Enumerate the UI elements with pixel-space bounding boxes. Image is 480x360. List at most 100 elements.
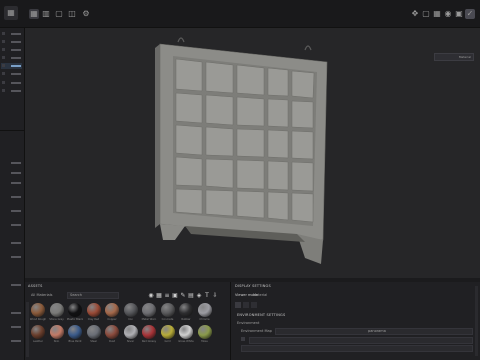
material-filter-dropdown[interactable]: All Materials [31, 293, 53, 297]
material-thumbnail[interactable] [179, 303, 193, 317]
tab-material[interactable]: Material [253, 293, 267, 297]
3d-viewport[interactable]: Material [25, 28, 480, 300]
material-name: Plastic Black [66, 318, 84, 321]
material-thumbnail[interactable] [31, 303, 45, 317]
material-search-input[interactable]: Search [67, 292, 119, 299]
material-name: Stone Grey [49, 318, 64, 321]
material-thumbnail[interactable] [68, 325, 82, 339]
list-icon[interactable]: ≡ [164, 293, 170, 299]
material-name: Chrome [199, 318, 210, 321]
material-name: Copper [107, 318, 117, 321]
property-row[interactable] [1, 208, 22, 214]
import-icon[interactable]: ⇩ [212, 293, 218, 299]
env-checkbox[interactable] [241, 337, 245, 341]
checkmark-icon[interactable]: ✓ [465, 9, 475, 19]
property-row[interactable] [1, 254, 22, 260]
property-row[interactable] [1, 160, 22, 166]
material-name: Blue Paint [68, 340, 82, 343]
material-thumbnail[interactable] [105, 303, 119, 317]
screenshot-icon[interactable]: ▣ [454, 9, 464, 19]
material-name: Red Glossy [141, 340, 157, 343]
property-row[interactable] [1, 282, 22, 288]
tag-icon[interactable]: ◈ [196, 293, 202, 299]
environment-section-title: ENVIRONMENT SETTINGS [237, 313, 286, 317]
env-rotation-field[interactable] [241, 345, 473, 352]
material-thumbnail[interactable] [105, 325, 119, 339]
concrete-panel-model[interactable] [25, 28, 480, 278]
environment-label: Environment [237, 321, 260, 325]
layer-row-selected[interactable] [1, 63, 22, 69]
material-name: Rubber [181, 318, 191, 321]
layer-row[interactable] [1, 39, 22, 45]
top-toolbar: ▦ ▦ ▥ ▢ ◫ ⚙ ✥ ▢ ▦ ◉ ▣ ✓ [0, 0, 480, 28]
layout-grid-icon[interactable]: ▦ [29, 9, 39, 19]
material-name: Iron [127, 318, 133, 321]
env-option-field[interactable] [249, 337, 473, 344]
settings-scrollbar[interactable] [475, 286, 478, 356]
app-logo: ▦ [4, 6, 18, 20]
layers-panel [0, 28, 25, 360]
display-icon[interactable] [235, 302, 241, 308]
text-icon[interactable]: T [204, 293, 210, 299]
layout-icon[interactable]: ▥ [41, 9, 51, 19]
material-name: Leather [33, 340, 43, 343]
materials-scrollbar[interactable] [26, 302, 29, 357]
material-thumbnail[interactable] [68, 303, 82, 317]
env-map-field[interactable]: panorama [275, 328, 473, 335]
move-icon[interactable]: ✥ [410, 9, 420, 19]
material-thumbnail[interactable] [86, 325, 101, 339]
material-name: Concrete [161, 318, 174, 321]
material-thumbnail[interactable] [86, 303, 101, 317]
env-map-label: Environment Map [241, 329, 272, 333]
property-row[interactable] [1, 222, 22, 228]
material-thumbnail[interactable] [179, 325, 193, 339]
layers-icon[interactable]: ◫ [67, 9, 77, 19]
material-name: Skin [53, 340, 60, 343]
cube-icon[interactable]: ▣ [172, 293, 178, 299]
light-icon[interactable] [251, 302, 257, 308]
property-row[interactable] [1, 194, 22, 200]
material-thumbnail[interactable] [197, 325, 212, 339]
material-thumbnail[interactable] [31, 325, 45, 339]
material-name: Clay Red [87, 318, 100, 321]
material-name: Silver [126, 340, 135, 343]
property-row[interactable] [1, 180, 22, 186]
layer-row[interactable] [1, 55, 22, 61]
display-settings-panel: DISPLAY SETTINGS Viewer mode Material EN… [231, 282, 480, 360]
material-thumbnail[interactable] [160, 303, 175, 317]
material-name: Gold [164, 340, 171, 343]
grid-icon[interactable]: ▦ [156, 293, 162, 299]
material-thumbnail[interactable] [123, 303, 138, 317]
layer-row[interactable] [1, 31, 22, 37]
layer-row[interactable] [1, 80, 22, 86]
material-thumbnail[interactable] [142, 303, 156, 317]
material-name: Gloss White [178, 340, 194, 343]
brush-icon[interactable]: ✎ [180, 293, 186, 299]
folder-icon[interactable]: ▤ [188, 293, 194, 299]
settings-icon[interactable]: ⚙ [81, 9, 91, 19]
window-icon[interactable]: ▢ [54, 9, 64, 19]
property-row[interactable] [1, 170, 22, 176]
material-name: Rust [109, 340, 115, 343]
grid-view-icon[interactable]: ▦ [432, 9, 442, 19]
property-row[interactable] [1, 240, 22, 246]
material-thumbnail[interactable] [142, 325, 156, 339]
camera-icon[interactable]: ◉ [443, 9, 453, 19]
material-thumbnail[interactable] [49, 325, 64, 339]
sphere-preview-icon[interactable]: ◉ [148, 293, 154, 299]
frame-icon[interactable]: ▢ [421, 9, 431, 19]
material-thumbnail[interactable] [160, 325, 175, 339]
material-name: Metal Worn [141, 318, 157, 321]
layer-row[interactable] [1, 71, 22, 77]
layer-row[interactable] [1, 88, 22, 94]
property-row[interactable] [1, 310, 22, 316]
camera-settings-icon[interactable] [243, 302, 249, 308]
material-thumbnail[interactable] [197, 303, 212, 317]
property-row[interactable] [1, 324, 22, 330]
material-thumbnail[interactable] [49, 303, 64, 317]
material-name: Wood Rough [29, 318, 47, 321]
layer-row[interactable] [1, 47, 22, 53]
panel-divider [0, 130, 24, 131]
property-row[interactable] [1, 338, 22, 344]
material-thumbnail[interactable] [123, 325, 138, 339]
